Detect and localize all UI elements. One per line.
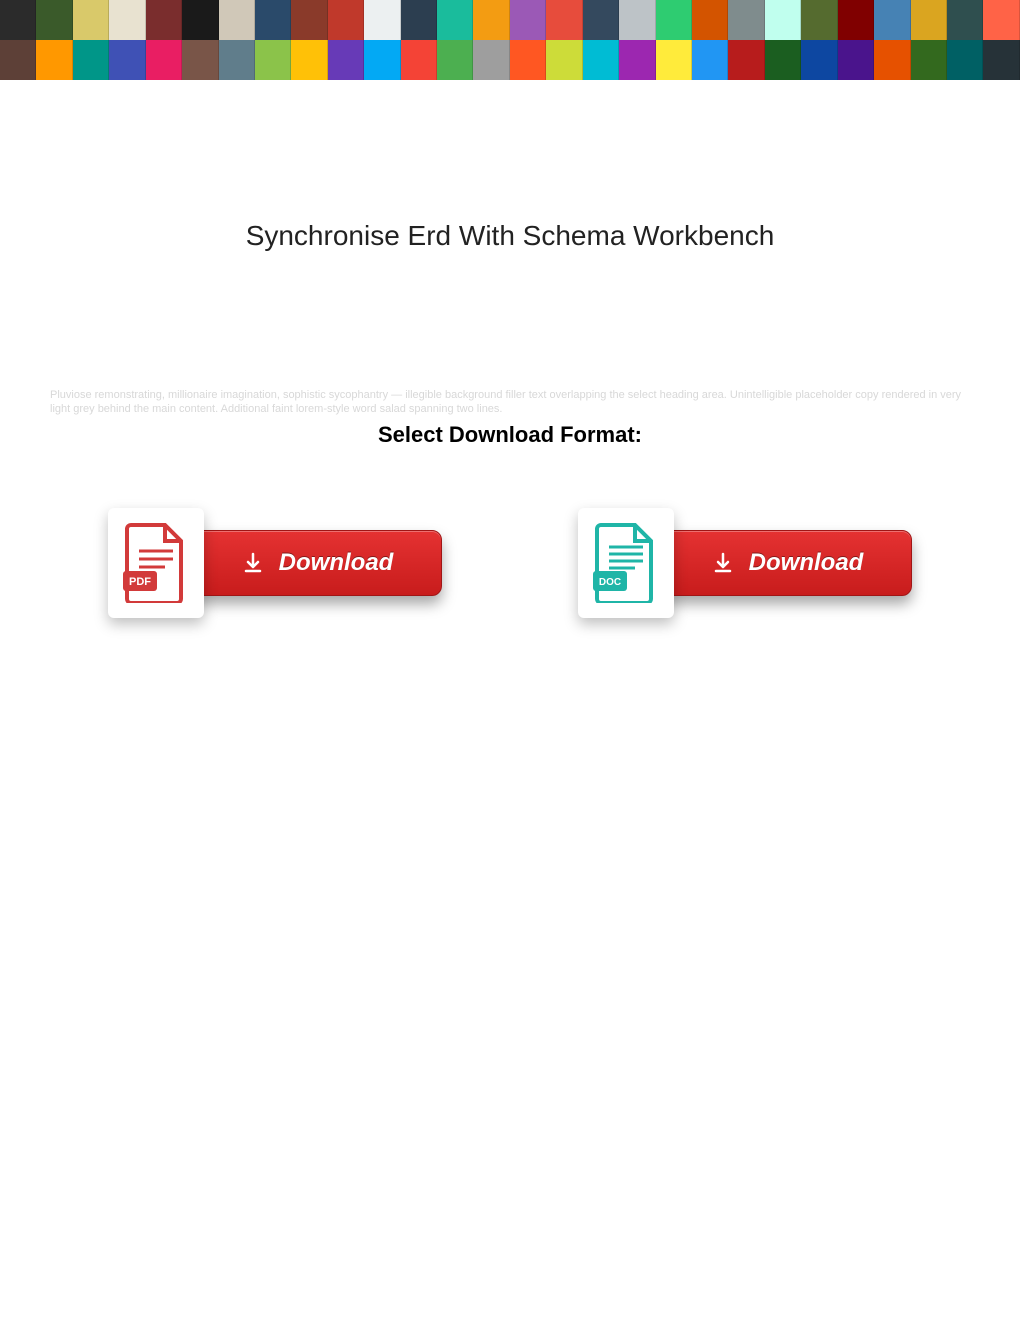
banner-tile [947,40,983,80]
page-title: Synchronise Erd With Schema Workbench [0,220,1020,252]
banner-tile [692,40,728,80]
banner-tile [874,0,910,40]
banner-tile [146,40,182,80]
banner-tile [146,0,182,40]
pdf-badge-text: PDF [129,576,151,588]
banner-tile [36,40,72,80]
pdf-file-icon-card: PDF [108,508,204,618]
banner-row [0,40,1020,80]
doc-file-icon-card: DOC [578,508,674,618]
banner-tile [947,0,983,40]
banner-tile [109,0,145,40]
banner-tile [0,0,36,40]
banner-tile [0,40,36,80]
banner-tile [109,40,145,80]
banner-tile [255,0,291,40]
banner-tile [765,0,801,40]
banner-tile [546,40,582,80]
download-pdf-label: Download [279,549,394,577]
banner-tile [765,40,801,80]
banner-tile [473,40,509,80]
banner-tile [364,0,400,40]
banner-tile [728,40,764,80]
banner-tile [983,0,1019,40]
banner-tile [437,40,473,80]
background-filler-text: Pluviose remonstrating, millionaire imag… [50,388,970,417]
doc-badge-text: DOC [599,577,621,588]
banner-tile [838,0,874,40]
banner-tile [255,40,291,80]
banner-tile [874,40,910,80]
banner-row [0,0,1020,40]
download-block-doc: DOC Download [578,508,912,618]
banner-tile [364,40,400,80]
select-format-heading: Select Download Format: [0,422,1020,448]
banner-tile [728,0,764,40]
banner-tile [437,0,473,40]
banner-tile [911,0,947,40]
banner-collage [0,0,1020,80]
banner-tile [801,0,837,40]
banner-tile [473,0,509,40]
banner-tile [328,40,364,80]
download-arrow-icon [241,551,265,575]
download-pdf-button[interactable]: Download [192,530,442,596]
banner-tile [73,0,109,40]
banner-tile [36,0,72,40]
banner-tile [182,0,218,40]
banner-tile [510,40,546,80]
pdf-file-icon: PDF [123,523,189,603]
banner-tile [401,40,437,80]
download-arrow-icon [711,551,735,575]
banner-tile [656,0,692,40]
banner-tile [801,40,837,80]
banner-tile [182,40,218,80]
banner-tile [583,40,619,80]
banner-tile [291,0,327,40]
banner-tile [838,40,874,80]
doc-file-icon: DOC [593,523,659,603]
banner-tile [619,0,655,40]
banner-tile [656,40,692,80]
banner-tile [583,0,619,40]
download-doc-label: Download [749,549,864,577]
banner-tile [328,0,364,40]
banner-tile [219,0,255,40]
banner-tile [219,40,255,80]
download-block-pdf: PDF Download [108,508,442,618]
banner-tile [983,40,1019,80]
banner-tile [692,0,728,40]
download-doc-button[interactable]: Download [662,530,912,596]
banner-tile [401,0,437,40]
banner-tile [291,40,327,80]
banner-tile [510,0,546,40]
download-buttons-row: PDF Download DOC [0,508,1020,618]
banner-tile [546,0,582,40]
banner-tile [911,40,947,80]
banner-tile [73,40,109,80]
banner-tile [619,40,655,80]
